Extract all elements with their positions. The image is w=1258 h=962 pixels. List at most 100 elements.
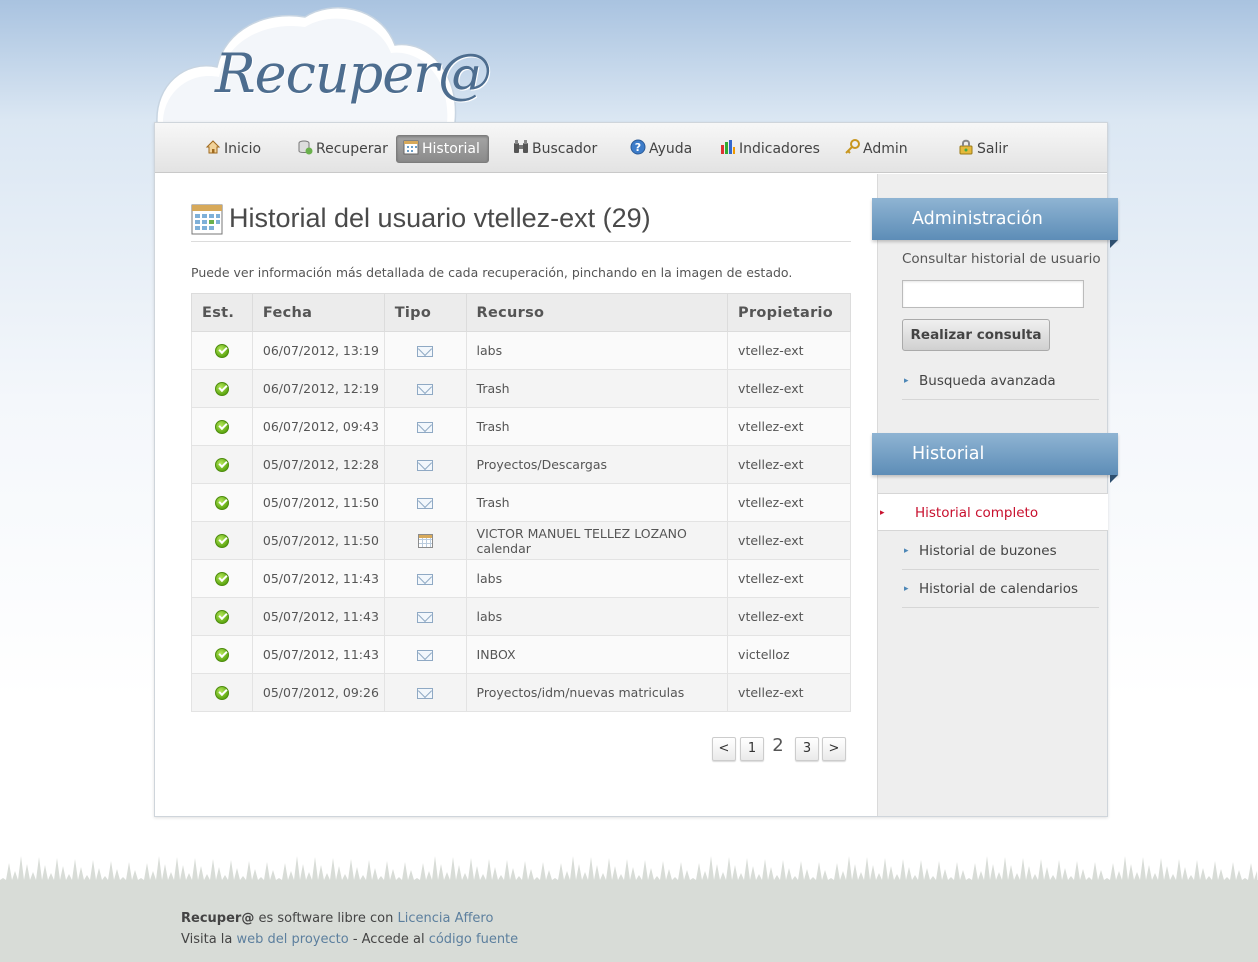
status-cell [191, 559, 253, 598]
col-header-tipo: Tipo [383, 293, 467, 332]
tipo-cell [383, 673, 467, 712]
status-ok-icon[interactable] [214, 686, 229, 701]
mail-icon [417, 612, 434, 623]
nav-historial[interactable]: Historial [396, 135, 489, 163]
admin-heading: Administración [872, 198, 1118, 248]
sidebar-item-label: Historial de buzones [919, 543, 1057, 559]
propietario-cell: vtellez-ext [727, 369, 851, 408]
nav-salir[interactable]: Salir [952, 135, 1016, 163]
prev-page-button[interactable]: < [712, 737, 736, 761]
fecha-cell: 06/07/2012, 12:19 [251, 369, 385, 408]
footer-text: es software libre con [254, 911, 398, 926]
footer-line-links: Visita la web del proyecto - Accede al c… [181, 932, 518, 947]
status-ok-icon[interactable] [214, 458, 229, 473]
key-icon [845, 139, 860, 154]
propietario-cell: vtellez-ext [727, 559, 851, 598]
fecha-cell: 05/07/2012, 11:43 [251, 635, 385, 674]
nav-ayuda-label: Ayuda [649, 141, 693, 157]
nav-indicadores-label: Indicadores [739, 141, 820, 157]
mail-icon [417, 422, 434, 433]
recurso-cell: Proyectos/idm/nuevas matriculas [465, 673, 729, 712]
tipo-cell [383, 407, 467, 446]
tipo-cell [383, 597, 467, 636]
source-code-link[interactable]: código fuente [429, 932, 518, 947]
status-cell [191, 331, 253, 370]
status-cell [191, 445, 253, 484]
svg-text:?: ? [635, 141, 641, 154]
propietario-cell: vtellez-ext [727, 673, 851, 712]
nav-recuperar[interactable]: Recuperar [291, 135, 396, 163]
mail-icon [417, 346, 434, 357]
chevron-right-icon: ▸ [880, 508, 885, 518]
table-row: 06/07/2012, 09:43 Trash vtellez-ext [191, 407, 851, 446]
nav-inicio[interactable]: Inicio [199, 135, 269, 163]
project-web-link[interactable]: web del proyecto [237, 932, 349, 947]
table-header-row: Est. Fecha Tipo Recurso Propietario [191, 293, 851, 332]
fecha-cell: 05/07/2012, 11:43 [251, 597, 385, 636]
fecha-cell: 05/07/2012, 09:26 [251, 673, 385, 712]
page-3-button[interactable]: 3 [795, 737, 819, 761]
page-2-current: 2 [772, 735, 784, 756]
status-cell [191, 369, 253, 408]
fecha-cell: 05/07/2012, 12:28 [251, 445, 385, 484]
page-1-button[interactable]: 1 [740, 737, 764, 761]
calendar-icon [417, 534, 433, 549]
tipo-cell [383, 483, 467, 522]
consult-history-label: Consultar historial de usuario [902, 251, 1101, 267]
fecha-cell: 05/07/2012, 11:43 [251, 559, 385, 598]
chevron-right-icon: ▸ [904, 376, 909, 386]
status-ok-icon[interactable] [214, 496, 229, 511]
propietario-cell: vtellez-ext [727, 483, 851, 522]
chevron-right-icon: ▸ [904, 584, 909, 594]
nav-inicio-label: Inicio [224, 141, 262, 157]
help-icon: ? [630, 139, 646, 155]
mail-icon [417, 498, 434, 509]
sidebar-item-historial-calendarios[interactable]: ▸ Historial de calendarios [902, 570, 1099, 608]
sidebar-item-historial-completo[interactable]: ▸ Historial completo [878, 493, 1108, 531]
nav-buscador[interactable]: Buscador [507, 135, 605, 163]
propietario-cell: vtellez-ext [727, 597, 851, 636]
status-ok-icon[interactable] [214, 534, 229, 549]
table-row: 05/07/2012, 11:50 VICTOR MANUEL TELLEZ LO… [191, 521, 851, 560]
recurso-cell: VICTOR MANUEL TELLEZ LOZANO calendar [465, 521, 729, 560]
status-cell [191, 483, 253, 522]
page-title-text: Historial del usuario vtellez-ext (29) [229, 203, 651, 233]
table-row: 05/07/2012, 11:43 labs vtellez-ext [191, 597, 851, 636]
submit-query-button[interactable]: Realizar consulta [902, 319, 1050, 351]
navbar: Inicio Recuperar Historial Buscador ? Ayu… [155, 123, 1107, 173]
table-row: 05/07/2012, 09:26 Proyectos/idm/nuevas ma… [191, 673, 851, 712]
advanced-search-link[interactable]: ▸ Busqueda avanzada [902, 362, 1099, 400]
user-history-input[interactable] [902, 280, 1084, 308]
status-ok-icon[interactable] [214, 572, 229, 587]
table-row: 05/07/2012, 12:28 Proyectos/Descargas vtel… [191, 445, 851, 484]
calendar-icon [191, 204, 223, 235]
nav-admin[interactable]: Admin [838, 135, 916, 163]
logo-text[interactable]: Recuper@ [215, 42, 492, 105]
nav-ayuda[interactable]: ? Ayuda [624, 135, 700, 163]
lock-icon [959, 139, 973, 155]
license-link[interactable]: Licencia Affero [397, 911, 493, 926]
status-ok-icon[interactable] [214, 344, 229, 359]
recurso-cell: labs [465, 559, 729, 598]
nav-recuperar-label: Recuperar [316, 141, 388, 157]
status-ok-icon[interactable] [214, 420, 229, 435]
database-icon [298, 140, 313, 155]
main-content: Historial del usuario vtellez-ext (29) P… [191, 203, 851, 761]
status-ok-icon[interactable] [214, 610, 229, 625]
table-row: 05/07/2012, 11:43 INBOX victelloz [191, 635, 851, 674]
historial-heading: Historial [872, 433, 1118, 483]
next-page-button[interactable]: > [822, 737, 846, 761]
nav-indicadores[interactable]: Indicadores [714, 135, 828, 163]
sidebar-item-historial-buzones[interactable]: ▸ Historial de buzones [902, 532, 1099, 570]
fecha-cell: 06/07/2012, 13:19 [251, 331, 385, 370]
status-cell [191, 635, 253, 674]
status-ok-icon[interactable] [214, 648, 229, 663]
fecha-cell: 05/07/2012, 11:50 [251, 483, 385, 522]
recurso-cell: Trash [465, 483, 729, 522]
footer: Recuper@ es software libre con Licencia … [0, 880, 1258, 962]
recurso-cell: INBOX [465, 635, 729, 674]
status-ok-icon[interactable] [214, 382, 229, 397]
status-cell [191, 521, 253, 560]
footer-line-license: Recuper@ es software libre con Licencia … [181, 911, 493, 926]
status-cell [191, 597, 253, 636]
